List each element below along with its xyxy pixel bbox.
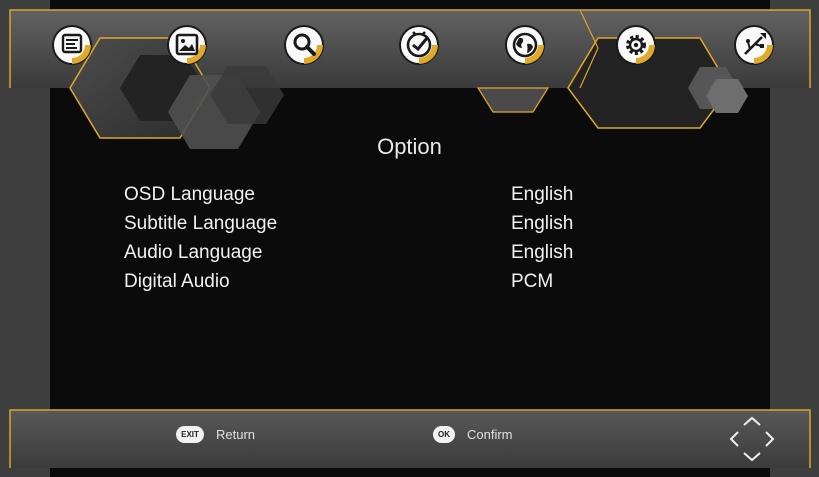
page-title: Option	[377, 134, 442, 159]
footer-bar: EXIT Return OK Confirm	[0, 410, 819, 468]
option-label: Digital Audio	[124, 271, 230, 292]
return-hint: EXIT Return	[176, 426, 255, 443]
search-icon	[284, 25, 324, 65]
option-row-subtitle-language[interactable]: Subtitle Language English	[124, 209, 644, 238]
program-list-icon	[52, 25, 92, 65]
option-value[interactable]: English	[511, 209, 573, 238]
direction-arrows-icon	[729, 416, 775, 462]
return-label: Return	[216, 427, 256, 442]
option-list: OSD Language English Subtitle Language E…	[124, 180, 644, 296]
tab-search[interactable]	[283, 24, 325, 66]
tab-option[interactable]	[615, 24, 657, 66]
option-label: OSD Language	[124, 184, 255, 205]
clock-icon	[399, 25, 439, 65]
option-value[interactable]: English	[511, 180, 573, 209]
option-label: Subtitle Language	[124, 213, 278, 234]
tab-language[interactable]	[504, 24, 546, 66]
globe-icon	[505, 25, 545, 65]
tab-program-list[interactable]	[51, 24, 93, 66]
tab-time[interactable]	[398, 24, 440, 66]
confirm-label: Confirm	[467, 427, 513, 442]
tab-picture[interactable]	[166, 24, 208, 66]
tab-usb[interactable]	[733, 24, 775, 66]
option-row-osd-language[interactable]: OSD Language English	[124, 180, 644, 209]
option-menu-screen: Option OSD Language English Subtitle Lan…	[0, 0, 819, 477]
confirm-hint: OK Confirm	[433, 426, 513, 443]
option-row-audio-language[interactable]: Audio Language English	[124, 238, 644, 267]
option-row-digital-audio[interactable]: Digital Audio PCM	[124, 267, 644, 296]
option-label: Audio Language	[124, 242, 263, 263]
ok-key-badge[interactable]: OK	[433, 426, 455, 443]
gear-icon	[616, 25, 656, 65]
usb-icon	[734, 25, 774, 65]
exit-key-badge[interactable]: EXIT	[176, 426, 204, 443]
picture-icon	[167, 25, 207, 65]
option-value[interactable]: PCM	[511, 267, 553, 296]
option-value[interactable]: English	[511, 238, 573, 267]
